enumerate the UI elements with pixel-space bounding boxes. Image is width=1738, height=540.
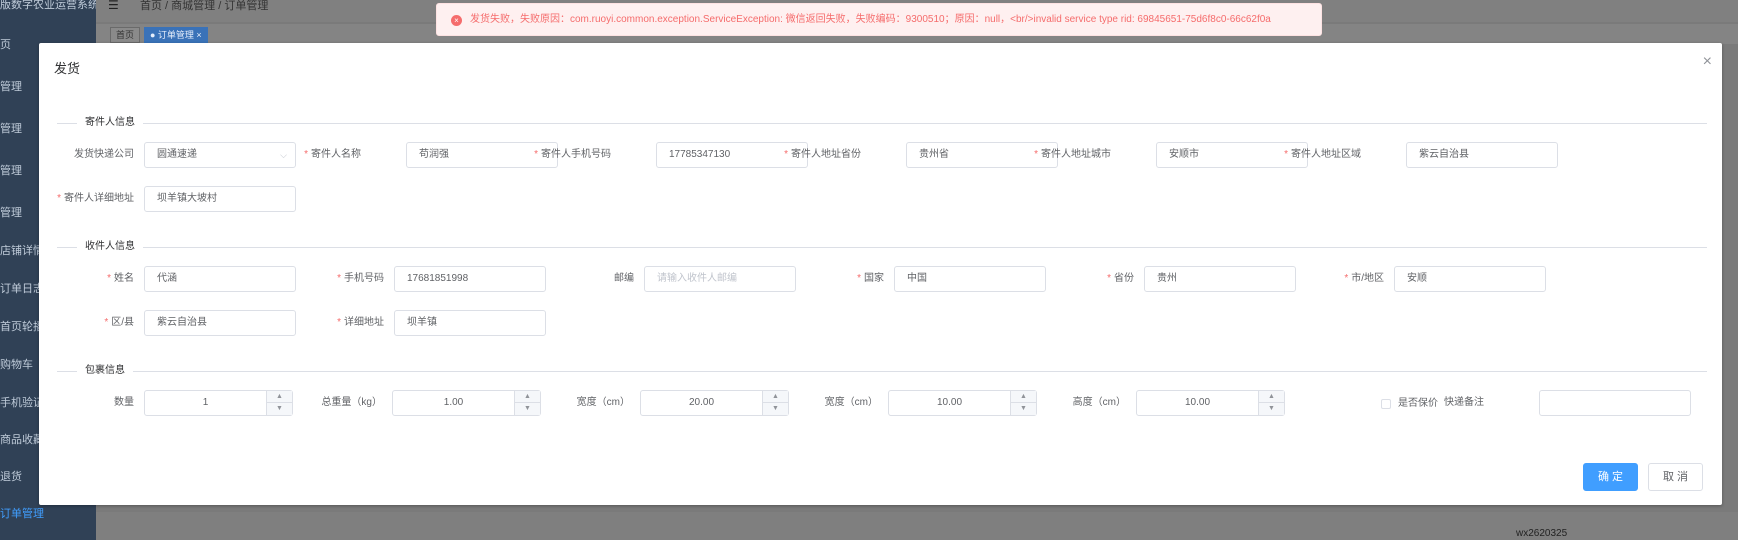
weight-label: 总重量（kg） bbox=[321, 397, 382, 408]
sender-district-label: * 寄件人地址区域 bbox=[1284, 149, 1361, 160]
height-value: 10.00 bbox=[1184, 397, 1211, 408]
width-label: 宽度（cm） bbox=[576, 397, 630, 408]
ship-dialog: 发货 × 寄件人信息 发货快递公司 圆通速递 ⌵ * 寄件人名称 苟润强 * 寄件人… bbox=[39, 43, 1722, 505]
sender-phone-label: * 寄件人手机号码 bbox=[534, 149, 611, 160]
width-value: 20.00 bbox=[688, 397, 715, 408]
section-title: 收件人信息 bbox=[77, 240, 143, 254]
remark-input[interactable] bbox=[1539, 390, 1691, 416]
error-message: × 发货失败，失败原因：com.ruoyi.common.exception.Se… bbox=[436, 3, 1322, 36]
error-text: 发货失败，失败原因：com.ruoyi.common.exception.Ser… bbox=[470, 14, 1271, 25]
section-title: 包裹信息 bbox=[77, 364, 133, 378]
receiver-address-input[interactable]: 坝羊镇 bbox=[394, 310, 546, 336]
chevron-up-icon[interactable]: ▲ bbox=[1258, 391, 1284, 403]
error-circle-icon: × bbox=[451, 15, 462, 26]
confirm-button[interactable]: 确 定 bbox=[1583, 463, 1638, 491]
table-row: wx2620325 bbox=[96, 512, 1738, 540]
sender-city-label: * 寄件人地址城市 bbox=[1034, 149, 1111, 160]
divider bbox=[57, 123, 1707, 124]
receiver-address-label: * 详细地址 bbox=[337, 317, 384, 328]
express-label: 发货快递公司 bbox=[74, 149, 134, 160]
divider bbox=[57, 247, 1707, 248]
remark-label: 快递备注 bbox=[1444, 397, 1484, 408]
weight-value: 1.00 bbox=[443, 397, 464, 408]
receiver-section: 收件人信息 bbox=[57, 240, 1707, 254]
qty-label: 数量 bbox=[114, 397, 134, 408]
close-icon[interactable]: × bbox=[1703, 54, 1712, 70]
receiver-city-input[interactable]: 安顺 bbox=[1394, 266, 1546, 292]
receiver-district-label: * 区/县 bbox=[104, 317, 134, 328]
tag-orders[interactable]: ● 订单管理 × bbox=[144, 27, 208, 43]
width2-label: 宽度（cm） bbox=[824, 397, 878, 408]
hamburger-icon[interactable]: ☰ bbox=[108, 0, 119, 12]
receiver-name-label: * 姓名 bbox=[107, 273, 134, 284]
qty-value: 1 bbox=[202, 397, 209, 408]
receiver-city-label: * 市/地区 bbox=[1344, 273, 1384, 284]
tag-home[interactable]: 首页 bbox=[110, 27, 141, 43]
height-label: 高度（cm） bbox=[1072, 397, 1126, 408]
sender-name-label: * 寄件人名称 bbox=[304, 149, 361, 160]
height-stepper[interactable]: 10.00 ▲ ▼ bbox=[1136, 390, 1285, 416]
receiver-province-label: * 省份 bbox=[1107, 273, 1134, 284]
dialog-title: 发货 bbox=[54, 61, 81, 76]
sender-province-label: * 寄件人地址省份 bbox=[784, 149, 861, 160]
insured-checkbox[interactable] bbox=[1381, 399, 1391, 409]
country-label: * 国家 bbox=[857, 273, 884, 284]
app-brand: 版数字农业运营系统 bbox=[0, 0, 96, 11]
divider bbox=[57, 371, 1707, 372]
chevron-down-icon[interactable]: ▼ bbox=[1258, 403, 1284, 415]
receiver-phone-label: * 手机号码 bbox=[337, 273, 384, 284]
sender-section: 寄件人信息 bbox=[57, 116, 1707, 130]
zip-label: 邮编 bbox=[614, 273, 634, 284]
breadcrumb: 首页 / 商城管理 / 订单管理 bbox=[140, 0, 269, 12]
sender-address-label: * 寄件人详细地址 bbox=[57, 193, 134, 204]
cancel-button[interactable]: 取 消 bbox=[1648, 463, 1703, 491]
package-section: 包裹信息 bbox=[57, 364, 1707, 378]
sender-district-input[interactable]: 紫云自治县 bbox=[1406, 142, 1558, 168]
section-title: 寄件人信息 bbox=[77, 116, 143, 130]
sender-address-input[interactable]: 坝羊镇大坡村 bbox=[144, 186, 296, 212]
table-cell: wx2620325 bbox=[1516, 528, 1568, 539]
sidebar-item-orders[interactable]: 订单管理 bbox=[0, 504, 96, 524]
width2-value: 10.00 bbox=[936, 397, 963, 408]
